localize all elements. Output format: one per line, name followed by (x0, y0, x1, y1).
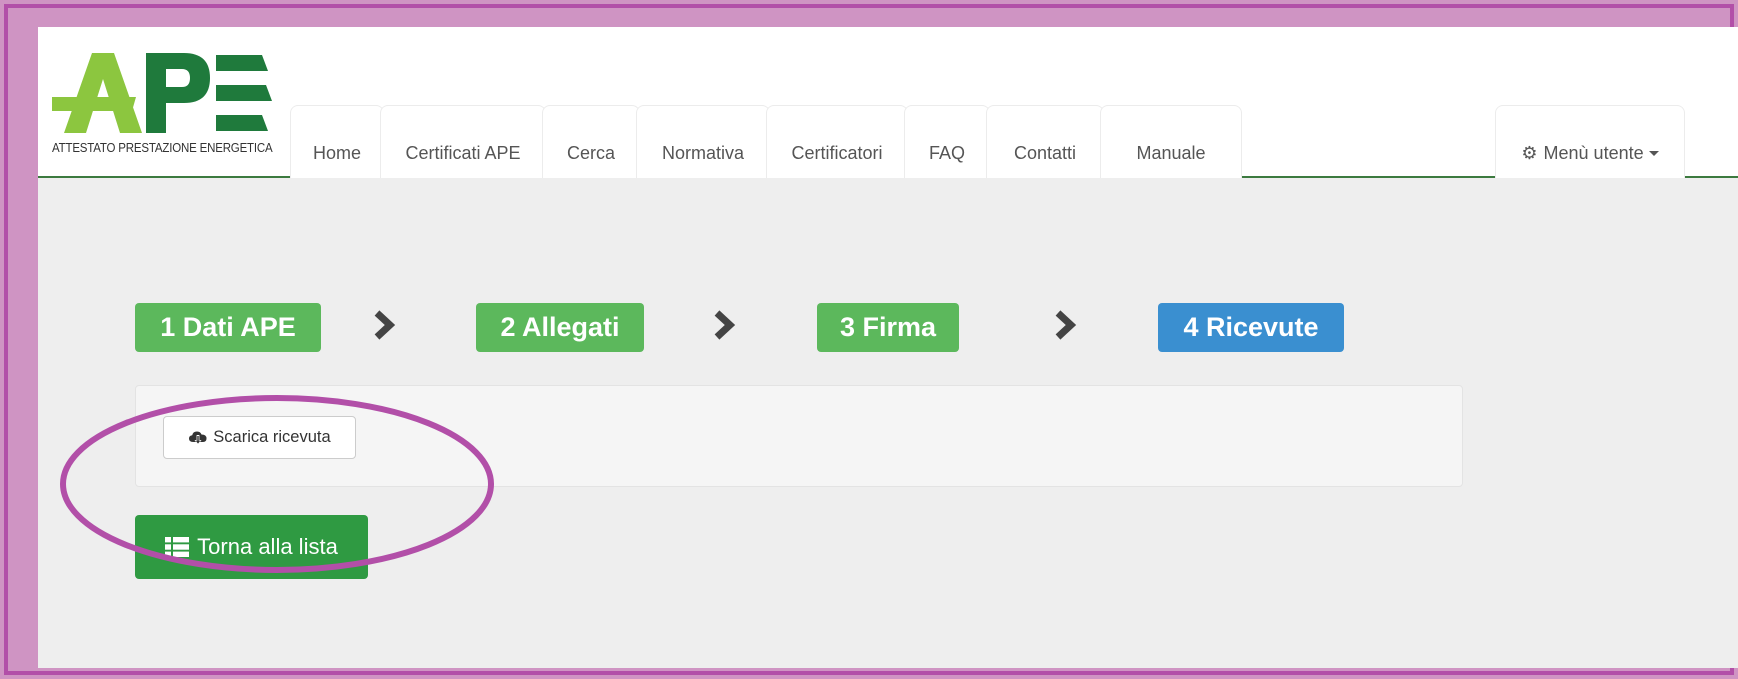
tab-label: Normativa (661, 142, 745, 163)
tab-home[interactable]: Home (290, 105, 384, 178)
tab-label: Cerca (566, 142, 615, 163)
user-menu-dropdown[interactable]: ⚙ Menù utente (1495, 105, 1685, 178)
download-receipt-button[interactable]: Scarica ricevuta (163, 416, 356, 459)
app-window: ATTESTATO PRESTAZIONE ENERGETICA Home Ce… (38, 27, 1738, 668)
tab-manuale[interactable]: Manuale (1100, 105, 1242, 178)
list-icon (165, 537, 190, 557)
step-1-dati-ape[interactable]: 1 Dati APE (135, 303, 321, 352)
step-label: 2 Allegati (500, 312, 620, 342)
tab-faq[interactable]: FAQ (904, 105, 990, 178)
step-label: 4 Ricevute (1183, 312, 1319, 342)
step-2-allegati[interactable]: 2 Allegati (476, 303, 644, 352)
top-navbar: ATTESTATO PRESTAZIONE ENERGETICA Home Ce… (38, 27, 1738, 178)
tab-label: Contatti (1013, 142, 1077, 163)
ape-logo-mark (52, 53, 272, 133)
back-to-list-label: Torna alla lista (197, 534, 338, 559)
tab-cerca[interactable]: Cerca (542, 105, 640, 178)
tab-label: Certificatori (791, 142, 883, 163)
step-4-ricevute[interactable]: 4 Ricevute (1158, 303, 1344, 352)
tab-label: Certificati APE (405, 142, 521, 163)
gear-icon: ⚙ (1521, 142, 1538, 163)
user-menu-label: Menù utente (1543, 142, 1644, 163)
tab-label: Manuale (1136, 142, 1206, 163)
chevron-right-icon (374, 310, 396, 340)
cloud-download-icon (189, 431, 207, 444)
tab-normativa[interactable]: Normativa (636, 105, 770, 178)
tab-contatti[interactable]: Contatti (986, 105, 1104, 178)
tab-label: Home (312, 142, 361, 163)
chevron-right-icon (1055, 310, 1077, 340)
logo-caption: ATTESTATO PRESTAZIONE ENERGETICA (52, 141, 273, 155)
download-receipt-label: Scarica ricevuta (213, 428, 331, 446)
ape-logo[interactable]: ATTESTATO PRESTAZIONE ENERGETICA (52, 45, 292, 165)
caret-down-icon (1648, 150, 1659, 156)
tab-certificatori[interactable]: Certificatori (766, 105, 908, 178)
tab-label: FAQ (928, 142, 965, 163)
step-label: 1 Dati APE (160, 312, 296, 342)
step-3-firma[interactable]: 3 Firma (817, 303, 959, 352)
step-label: 3 Firma (839, 312, 937, 342)
tab-certificati-ape[interactable]: Certificati APE (380, 105, 546, 178)
back-to-list-button[interactable]: Torna alla lista (135, 515, 368, 579)
chevron-right-icon (714, 310, 736, 340)
